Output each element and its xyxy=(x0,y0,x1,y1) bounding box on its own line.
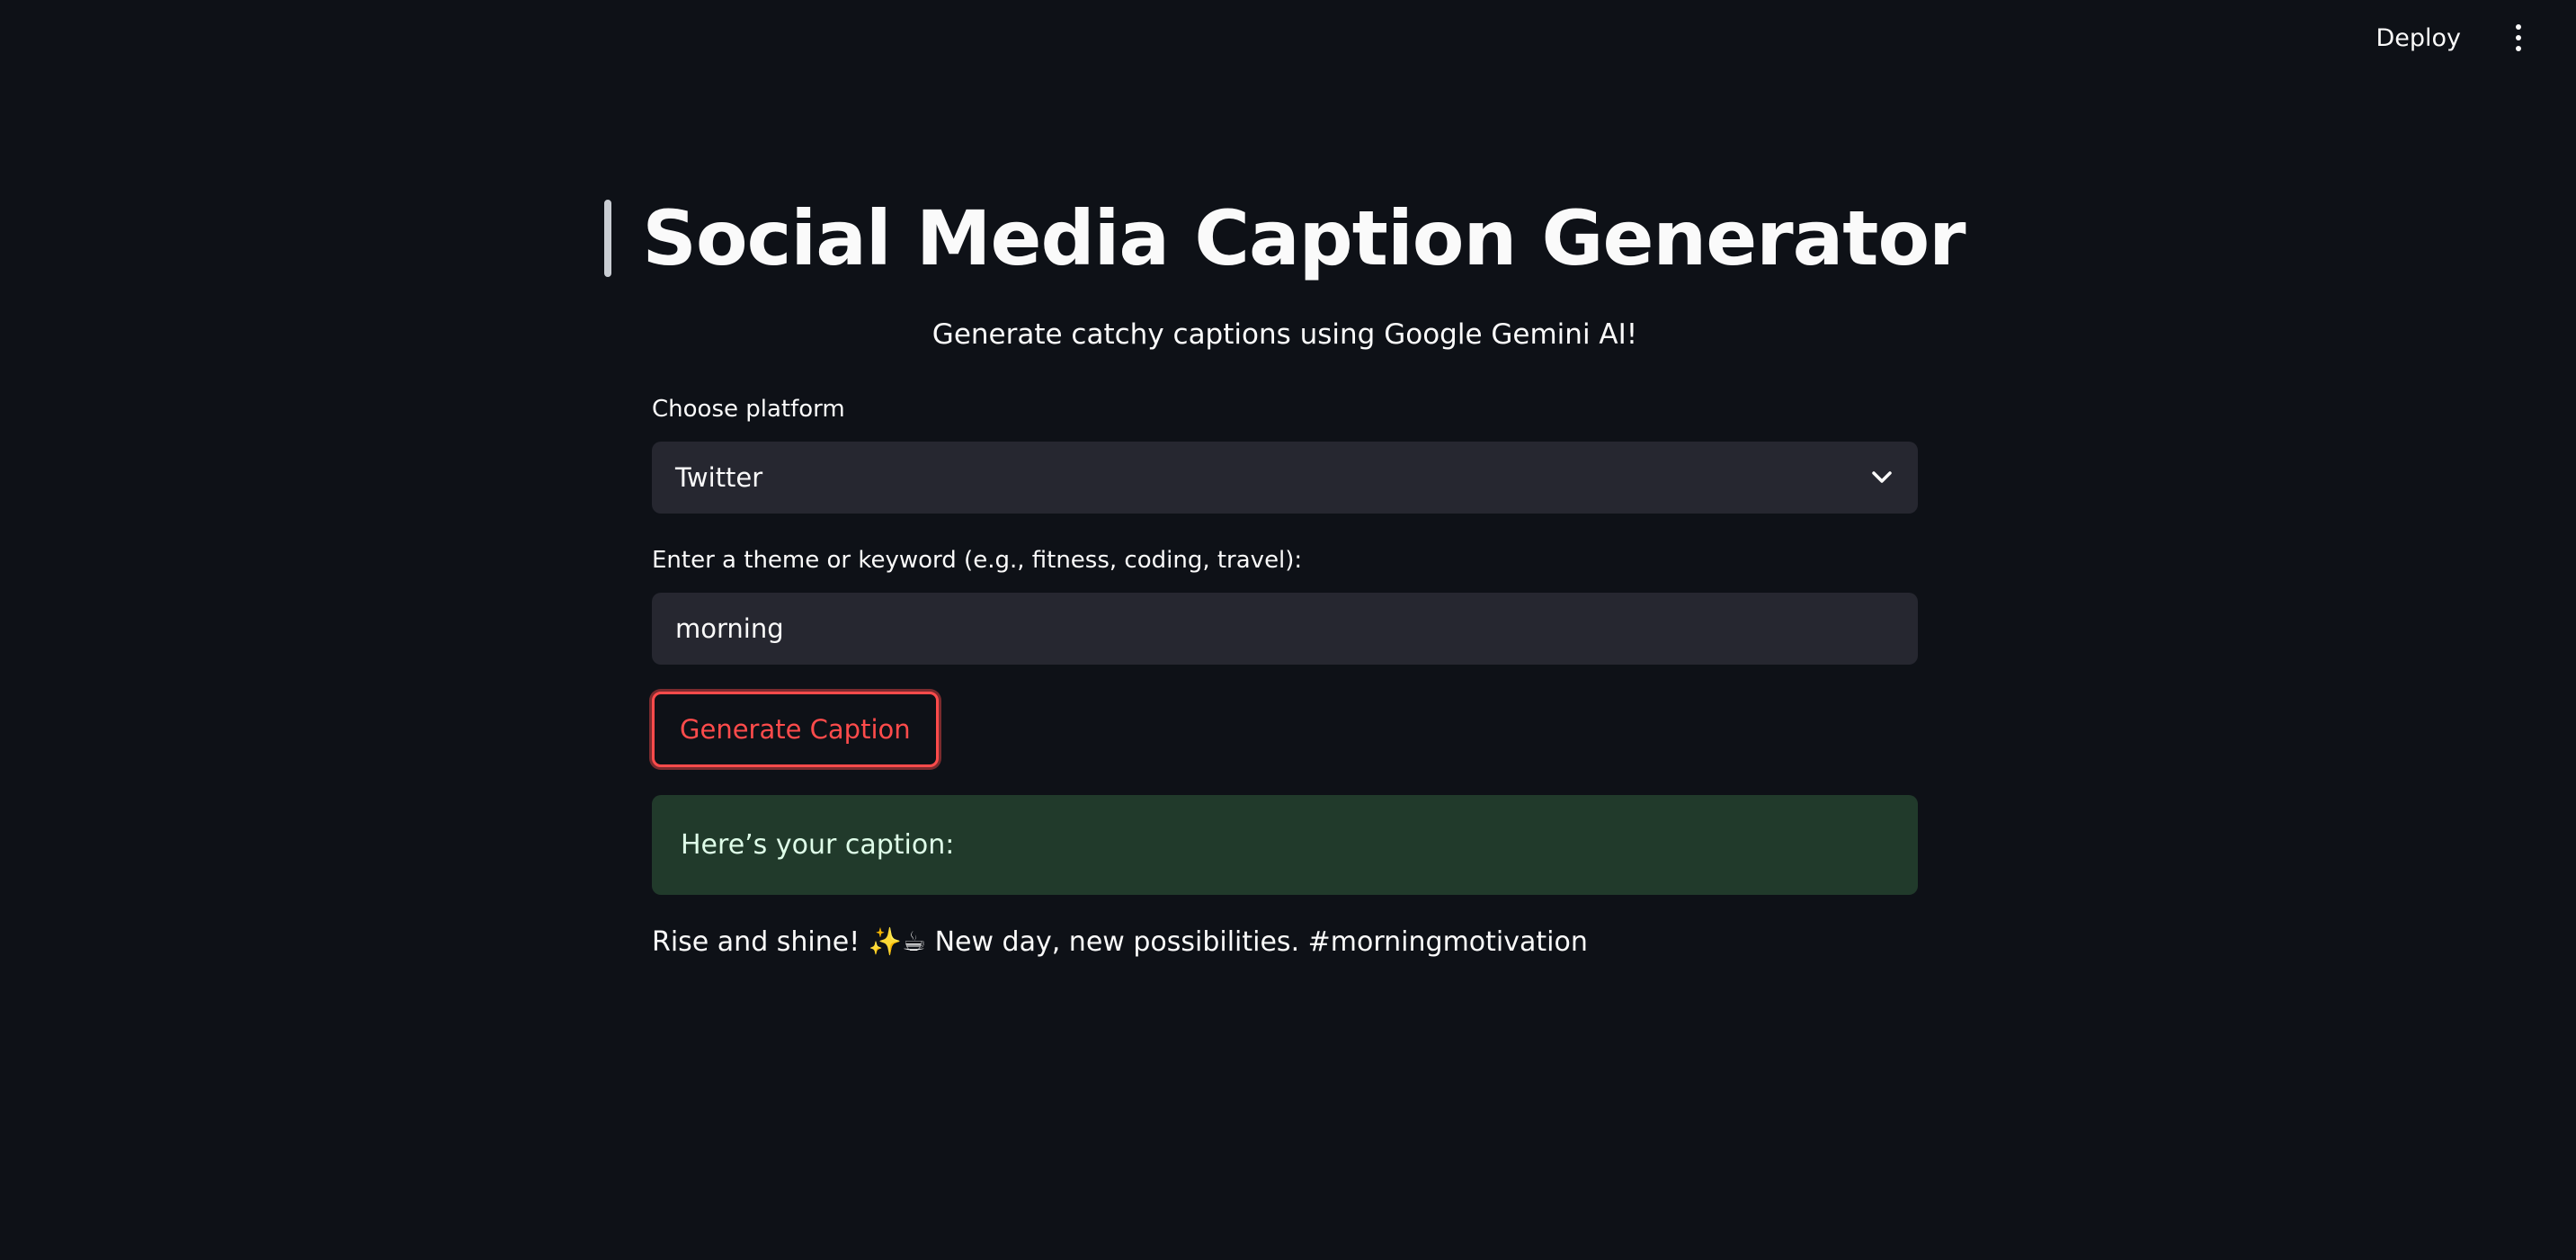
generated-caption: Rise and shine! ✨☕ New day, new possibil… xyxy=(652,926,1588,958)
top-toolbar: Deploy xyxy=(2359,0,2576,76)
theme-input[interactable] xyxy=(652,593,1918,665)
deploy-button[interactable]: Deploy xyxy=(2359,15,2477,61)
page-title: Social Media Caption Generator xyxy=(604,184,1966,292)
kebab-menu-icon[interactable] xyxy=(2497,13,2540,63)
app-root: Deploy Social Media Caption Generator Ge… xyxy=(0,0,2576,1260)
generate-caption-button[interactable]: Generate Caption xyxy=(652,692,939,767)
menu-dot xyxy=(2516,35,2521,40)
success-alert: Here’s your caption: xyxy=(652,795,1918,895)
success-message: Here’s your caption: xyxy=(681,829,955,861)
mobile-phone-icon xyxy=(604,200,612,277)
page-subtitle: Generate catchy captions using Google Ge… xyxy=(931,318,1638,351)
theme-label: Enter a theme or keyword (e.g., fitness,… xyxy=(652,547,1303,574)
chevron-down-icon xyxy=(1869,465,1894,490)
menu-dot xyxy=(2516,24,2521,30)
platform-select-value: Twitter xyxy=(675,462,763,493)
platform-select[interactable]: Twitter xyxy=(652,442,1918,514)
platform-label: Choose platform xyxy=(652,396,845,423)
page-title-text: Social Media Caption Generator xyxy=(642,194,1965,282)
menu-dot xyxy=(2516,46,2521,51)
